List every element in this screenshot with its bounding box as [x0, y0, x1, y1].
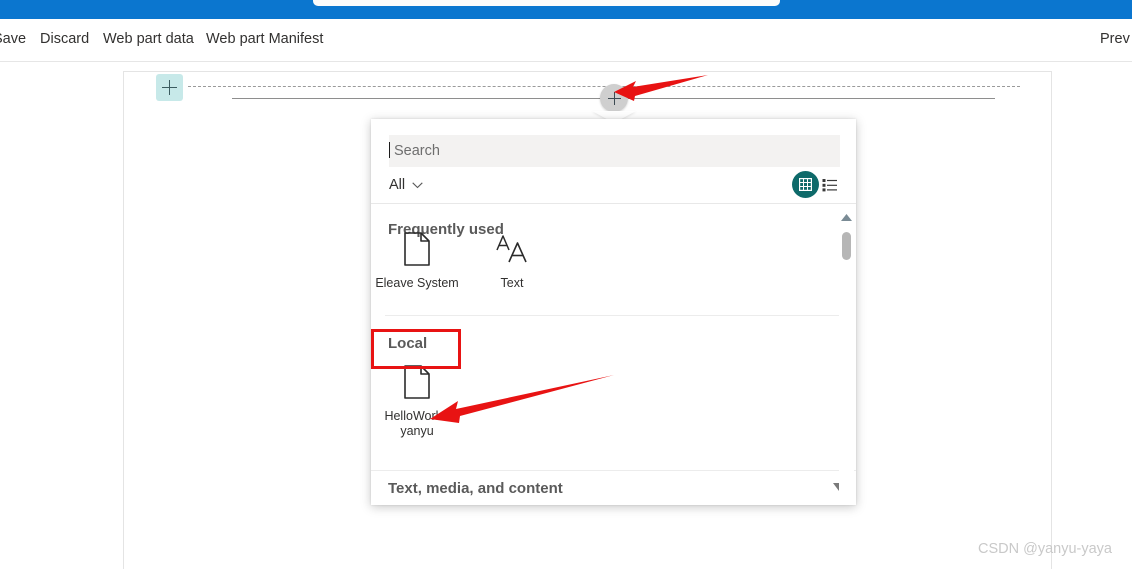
add-section-button[interactable]	[156, 74, 183, 101]
web-part-tile-label: Eleave System	[375, 276, 459, 290]
group-divider	[385, 315, 843, 316]
text-aa-icon	[496, 235, 527, 263]
search-text-caret	[389, 142, 390, 158]
discard-button[interactable]: Discard	[40, 30, 89, 48]
web-part-tile-label: Text	[500, 276, 524, 290]
scrollbar-thumb[interactable]	[842, 232, 851, 260]
document-icon	[404, 365, 430, 399]
panel-header: All	[371, 119, 856, 204]
browser-chrome-bar	[0, 0, 1132, 19]
grid-view-icon	[799, 178, 812, 191]
web-part-tile-eleave-system[interactable]: Eleave System	[375, 226, 459, 291]
command-bar: Save Discard Web part data Web part Mani…	[0, 19, 1132, 62]
list-view-button[interactable]	[818, 173, 842, 197]
add-web-part-button[interactable]	[600, 84, 628, 112]
save-button[interactable]: Save	[0, 30, 26, 48]
browser-address-bar[interactable]	[313, 0, 780, 6]
web-part-data-button[interactable]: Web part data	[103, 30, 194, 48]
caret-up-icon[interactable]	[841, 214, 852, 221]
grid-view-button[interactable]	[792, 171, 819, 198]
web-part-manifest-button[interactable]: Web part Manifest	[206, 30, 323, 48]
chevron-down-icon	[412, 181, 423, 188]
group-heading-text-media-content: Text, media, and content	[388, 480, 563, 497]
web-part-picker-panel: All	[371, 119, 856, 505]
web-part-tile-helloworld-yanyu[interactable]: HelloWorld-yanyu	[375, 359, 459, 439]
panel-scrollbar[interactable]	[839, 212, 854, 502]
group-heading-text-media-content-row[interactable]: Text, media, and content	[371, 470, 856, 505]
search-input[interactable]	[389, 135, 840, 167]
category-filter-label: All	[389, 177, 406, 193]
web-part-tile-text[interactable]: Text	[470, 226, 554, 291]
web-part-tile-label: HelloWorld-yanyu	[384, 409, 450, 438]
preview-button[interactable]: Prev	[1100, 30, 1130, 48]
view-toggle-group	[792, 171, 842, 198]
watermark: CSDN @yanyu-yaya	[978, 541, 1112, 557]
category-filter-dropdown[interactable]: All	[389, 175, 423, 195]
list-view-icon	[822, 178, 837, 191]
document-icon	[404, 232, 430, 266]
group-heading-local: Local	[388, 335, 428, 352]
